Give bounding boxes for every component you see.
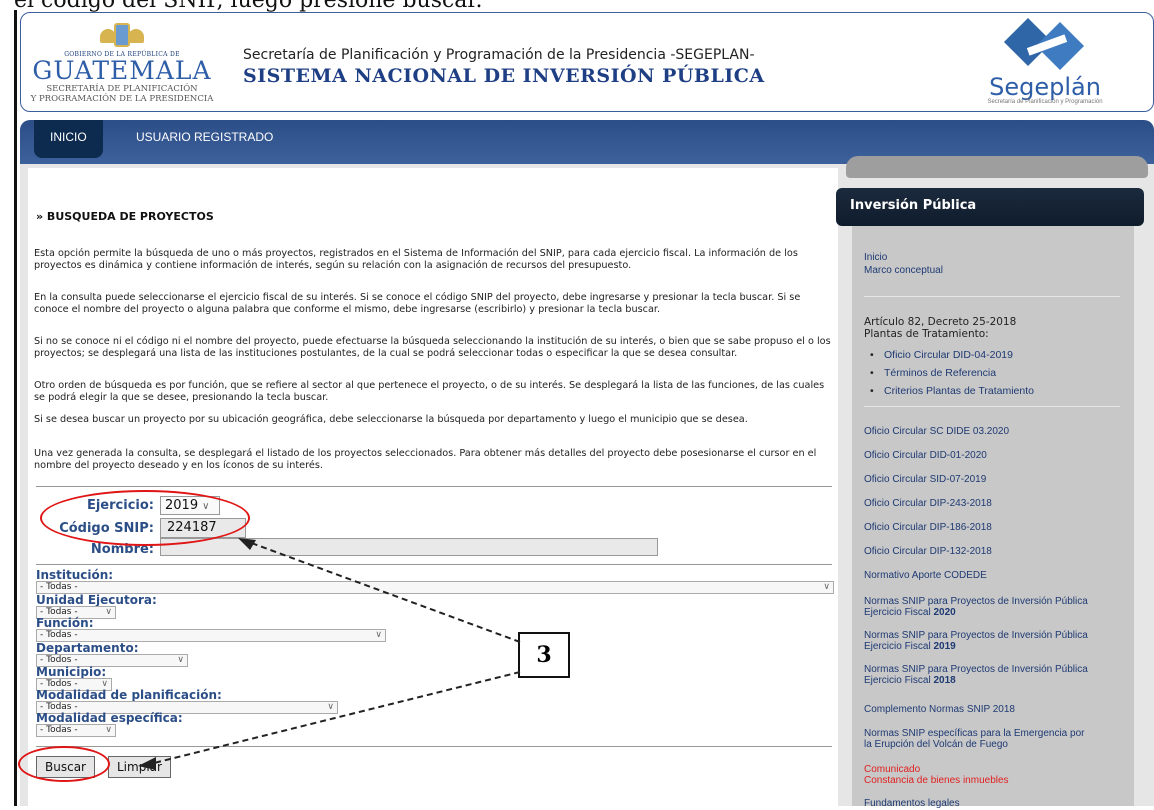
arrow-head-codigo: [238, 538, 256, 550]
arrow-to-codigo: [245, 540, 521, 643]
arrow-to-buscar: [149, 671, 521, 765]
annotation-arrows: [138, 538, 521, 770]
arrow-head-buscar: [138, 757, 156, 770]
